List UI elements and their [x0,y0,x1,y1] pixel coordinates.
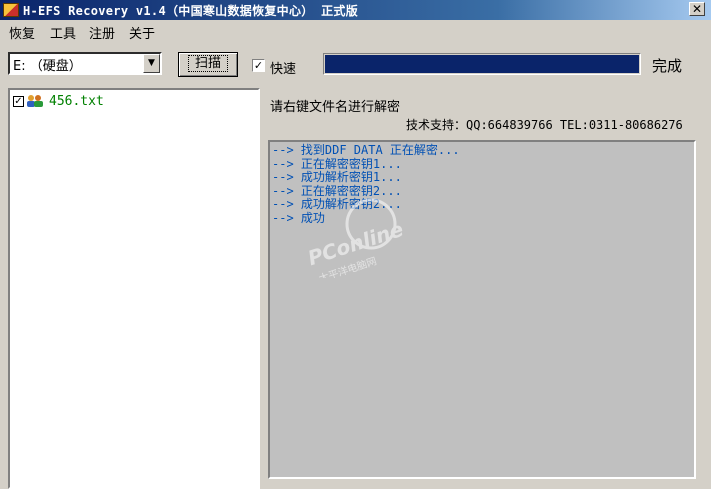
menu-about[interactable]: 关于 [129,23,155,42]
instruction-text: 请右键文件名进行解密 [270,100,401,115]
users-icon [27,95,43,107]
fast-label: 快速 [270,62,297,77]
window-title: H-EFS Recovery v1.4（中国寒山数据恢复中心） 正式版 [23,4,358,18]
log-line: --> 找到DDF DATA 正在解密... [272,143,460,157]
progress-bar [323,53,641,75]
chevron-down-icon[interactable]: ▼ [143,54,160,73]
support-info: 技术支持：QQ:664839766 TEL:0311-80686276 [406,118,683,132]
log-line: --> 正在解密密钥1... [272,156,402,171]
progress-fill [325,55,639,73]
menu-tools[interactable]: 工具 [50,23,76,42]
tree-item-label: 456.txt [49,94,104,109]
tree-item-checkbox[interactable]: ✓ [13,96,24,107]
menu-register[interactable]: 注册 [89,23,115,42]
log-panel[interactable]: --> 找到DDF DATA 正在解密... --> 正在解密密钥1... --> … [268,140,696,479]
file-tree[interactable]: ✓ 456.txt [8,88,260,489]
status-text: 完成 [652,57,683,75]
menu-recover[interactable]: 恢复 [9,23,35,42]
menu-bar: 恢复 工具 注册 关于 [0,20,711,44]
log-line: --> 正在解密密钥2... [272,183,402,198]
drive-select[interactable]: E: （硬盘） ▼ [8,52,162,75]
log-line: --> 成功解析密钥1... [272,170,402,184]
fast-checkbox[interactable]: ✓ [252,59,265,72]
watermark: PConline 太平洋电脑网 [305,198,415,285]
watermark-logo: PConline 太平洋电脑网 [305,198,406,285]
scan-button-label: 扫描 [187,55,229,72]
app-icon [3,3,19,17]
title-bar[interactable]: H-EFS Recovery v1.4（中国寒山数据恢复中心） 正式版 ✕ [0,0,711,20]
drive-value: E: （硬盘） [13,59,82,74]
scan-button[interactable]: 扫描 [178,52,238,77]
close-button[interactable]: ✕ [689,2,705,16]
